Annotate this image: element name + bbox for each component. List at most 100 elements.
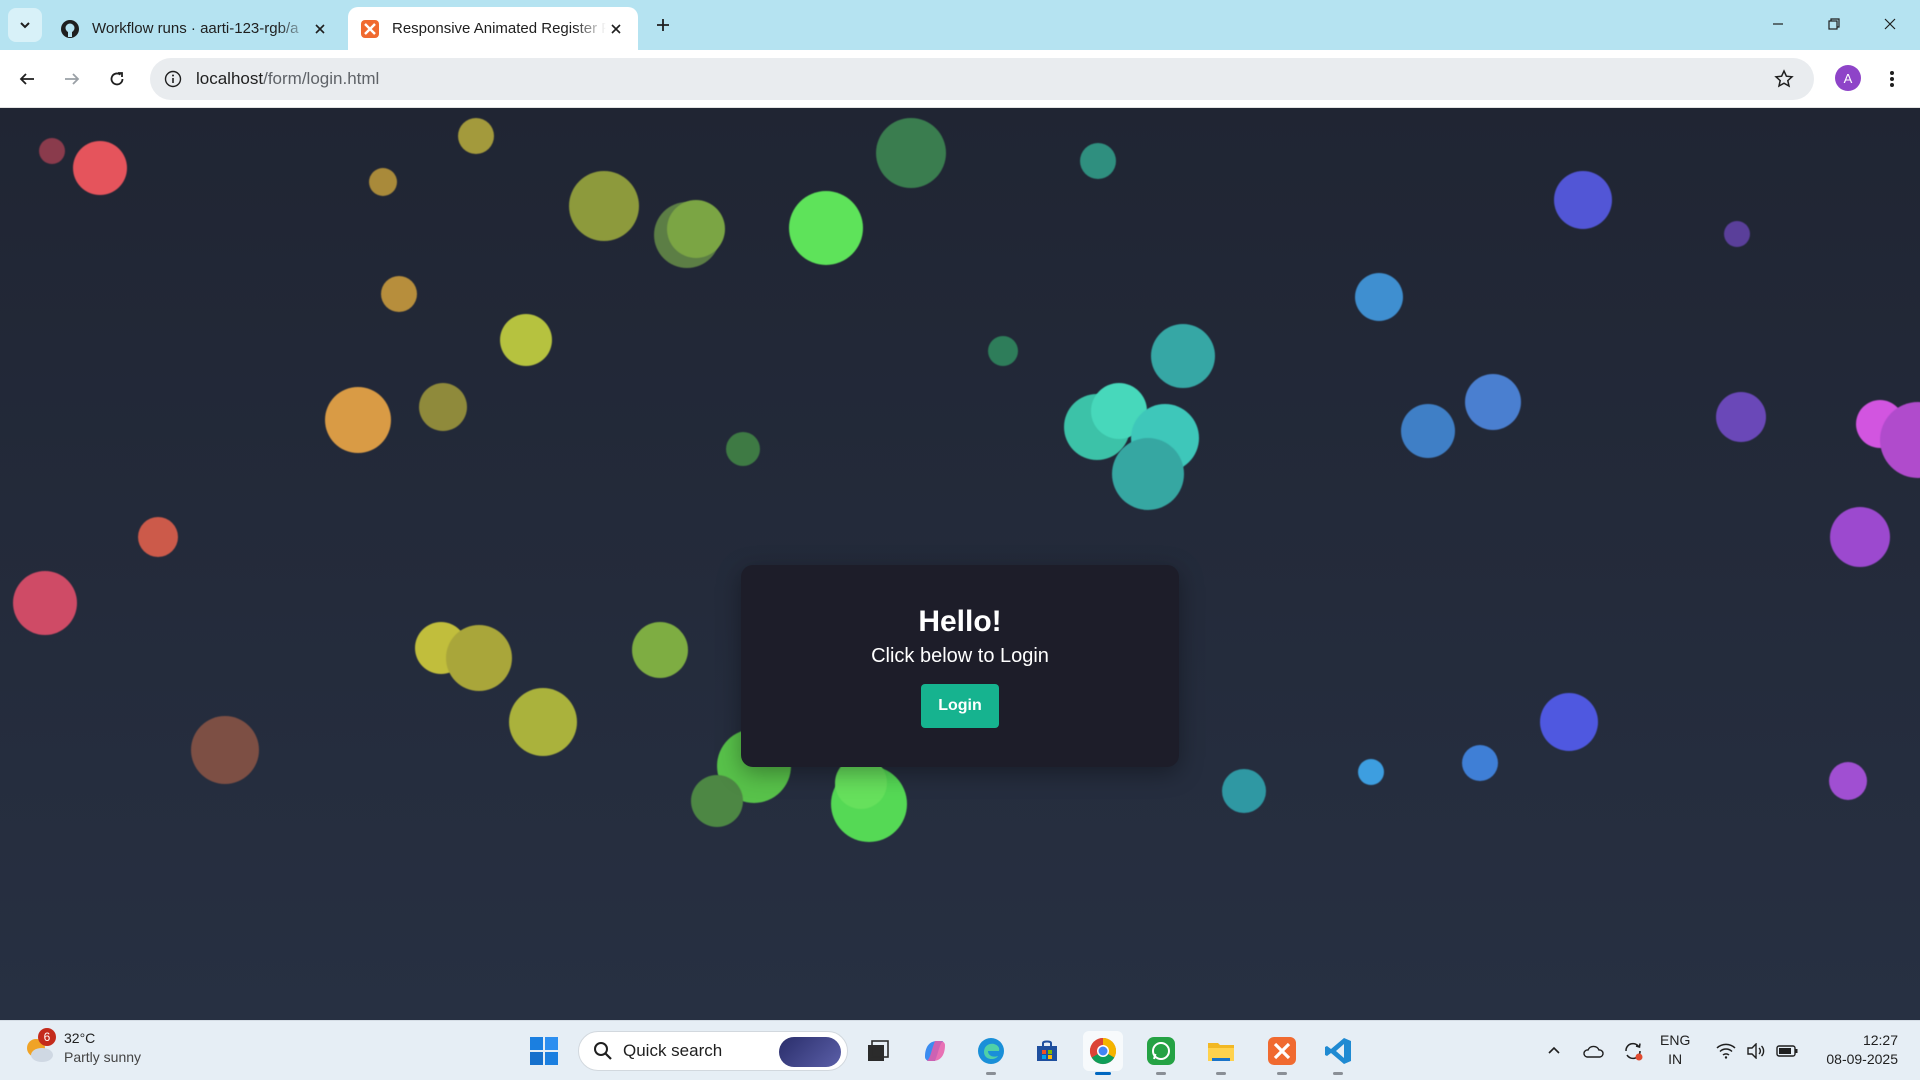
bubble: [73, 141, 127, 195]
bubble: [500, 314, 552, 366]
profile-avatar[interactable]: A: [1835, 65, 1861, 91]
bubble: [1080, 143, 1116, 179]
bubble: [1724, 221, 1750, 247]
login-button[interactable]: Login: [921, 684, 999, 728]
taskbar-search[interactable]: Quick search: [578, 1031, 848, 1071]
xampp-icon: [1268, 1037, 1296, 1065]
bubble: [1554, 171, 1612, 229]
copilot-icon: [925, 1041, 945, 1061]
forward-button[interactable]: [55, 62, 89, 96]
taskbar-whatsapp[interactable]: [1141, 1031, 1181, 1075]
tab-register-form[interactable]: Responsive Animated Register F: [348, 7, 638, 50]
cloud-icon: [1583, 1045, 1604, 1058]
address-bar[interactable]: localhost/form/login.html: [150, 58, 1814, 100]
bubble: [1716, 392, 1766, 442]
new-tab-button[interactable]: [650, 12, 676, 38]
card-heading: Hello!: [918, 605, 1002, 638]
bubble: [325, 387, 391, 453]
arrow-left-icon: [19, 73, 34, 85]
bubble: [1358, 759, 1384, 785]
clock-date: 08-09-2025: [1826, 1051, 1898, 1067]
login-card: Hello! Click below to Login Login: [741, 565, 1179, 767]
arrow-right-icon: [65, 73, 80, 85]
bubble: [191, 716, 259, 784]
system-clock[interactable]: 12:27 08-09-2025: [1812, 1031, 1898, 1069]
browser-menu-button[interactable]: [1875, 62, 1909, 96]
restore-icon: [1828, 18, 1840, 30]
partly-sunny-icon: 6: [22, 1028, 58, 1066]
bubble: [876, 118, 946, 188]
browser-tab-bar: Workflow runs · aarti-123-rgb/a Responsi…: [0, 0, 1920, 50]
weather-condition: Partly sunny: [64, 1049, 142, 1065]
sync-tray[interactable]: [1618, 1021, 1648, 1080]
bubble: [726, 432, 760, 466]
page-viewport: Hello! Click below to Login Login: [0, 108, 1920, 1020]
restore-button[interactable]: [1806, 0, 1862, 48]
weather-temperature: 32°C: [64, 1030, 96, 1046]
close-tab-icon[interactable]: [310, 19, 330, 39]
reload-button[interactable]: [100, 62, 134, 96]
bubble: [1151, 324, 1215, 388]
running-indicator: [1277, 1072, 1287, 1075]
bubble: [419, 383, 467, 431]
clock-time: 12:27: [1862, 1032, 1898, 1048]
bubble: [1222, 769, 1266, 813]
minimize-icon: [1773, 23, 1783, 25]
search-highlight-image: [779, 1037, 841, 1067]
url-text: localhost/form/login.html: [196, 69, 379, 89]
weather-alert-badge: 6: [38, 1028, 56, 1046]
taskbar-edge[interactable]: [971, 1031, 1011, 1075]
close-icon: [1884, 18, 1896, 30]
battery-icon: [1776, 1045, 1798, 1057]
minimize-button[interactable]: [1750, 0, 1806, 48]
tab-search-button[interactable]: [8, 8, 42, 42]
bubble: [509, 688, 577, 756]
back-button[interactable]: [10, 62, 44, 96]
taskbar-vscode[interactable]: [1318, 1031, 1358, 1075]
bubble: [691, 775, 743, 827]
bubble: [369, 168, 397, 196]
github-icon: [61, 19, 79, 38]
volume-tray[interactable]: [1742, 1021, 1770, 1080]
task-view-icon: [868, 1040, 889, 1061]
bubble: [667, 200, 725, 258]
url-path: /form/login.html: [263, 69, 380, 88]
start-button[interactable]: [524, 1031, 564, 1071]
taskbar-file-explorer[interactable]: [1201, 1031, 1241, 1075]
battery-tray[interactable]: [1772, 1021, 1802, 1080]
bookmark-star-icon[interactable]: [1774, 69, 1794, 89]
volume-icon: [1747, 1043, 1765, 1059]
bubble: [381, 276, 417, 312]
bubble: [1112, 438, 1184, 510]
bubble: [458, 118, 494, 154]
site-info-icon[interactable]: [164, 70, 182, 88]
bubble: [1830, 507, 1890, 567]
wifi-tray[interactable]: [1712, 1021, 1740, 1080]
tab-workflow-runs[interactable]: Workflow runs · aarti-123-rgb/a: [48, 7, 342, 50]
bubble: [789, 191, 863, 265]
bubble: [1355, 273, 1403, 321]
store-icon: [1037, 1040, 1057, 1061]
weather-widget[interactable]: 6 32°C Partly sunny: [22, 1028, 142, 1067]
taskbar-store[interactable]: [1027, 1031, 1067, 1071]
input-language[interactable]: ENG IN: [1660, 1031, 1690, 1069]
taskbar-copilot[interactable]: [915, 1031, 955, 1071]
chrome-icon: [1089, 1037, 1117, 1065]
url-host: localhost: [196, 69, 264, 88]
show-hidden-icons-button[interactable]: [1540, 1021, 1568, 1080]
close-tab-icon[interactable]: [606, 19, 626, 39]
running-indicator: [1333, 1072, 1343, 1075]
taskbar-xampp[interactable]: [1262, 1031, 1302, 1075]
search-icon: [594, 1042, 612, 1060]
taskbar-chrome[interactable]: [1083, 1031, 1123, 1075]
plus-icon: [657, 19, 669, 31]
onedrive-tray[interactable]: [1578, 1021, 1608, 1080]
chevron-up-icon: [1548, 1046, 1560, 1054]
running-indicator: [1095, 1072, 1111, 1075]
bubble: [446, 625, 512, 691]
more-vert-icon: [1890, 71, 1894, 87]
card-subheading: Click below to Login: [871, 645, 1049, 667]
taskbar-task-view[interactable]: [858, 1031, 898, 1071]
close-window-button[interactable]: [1862, 0, 1918, 48]
bubble: [1401, 404, 1455, 458]
